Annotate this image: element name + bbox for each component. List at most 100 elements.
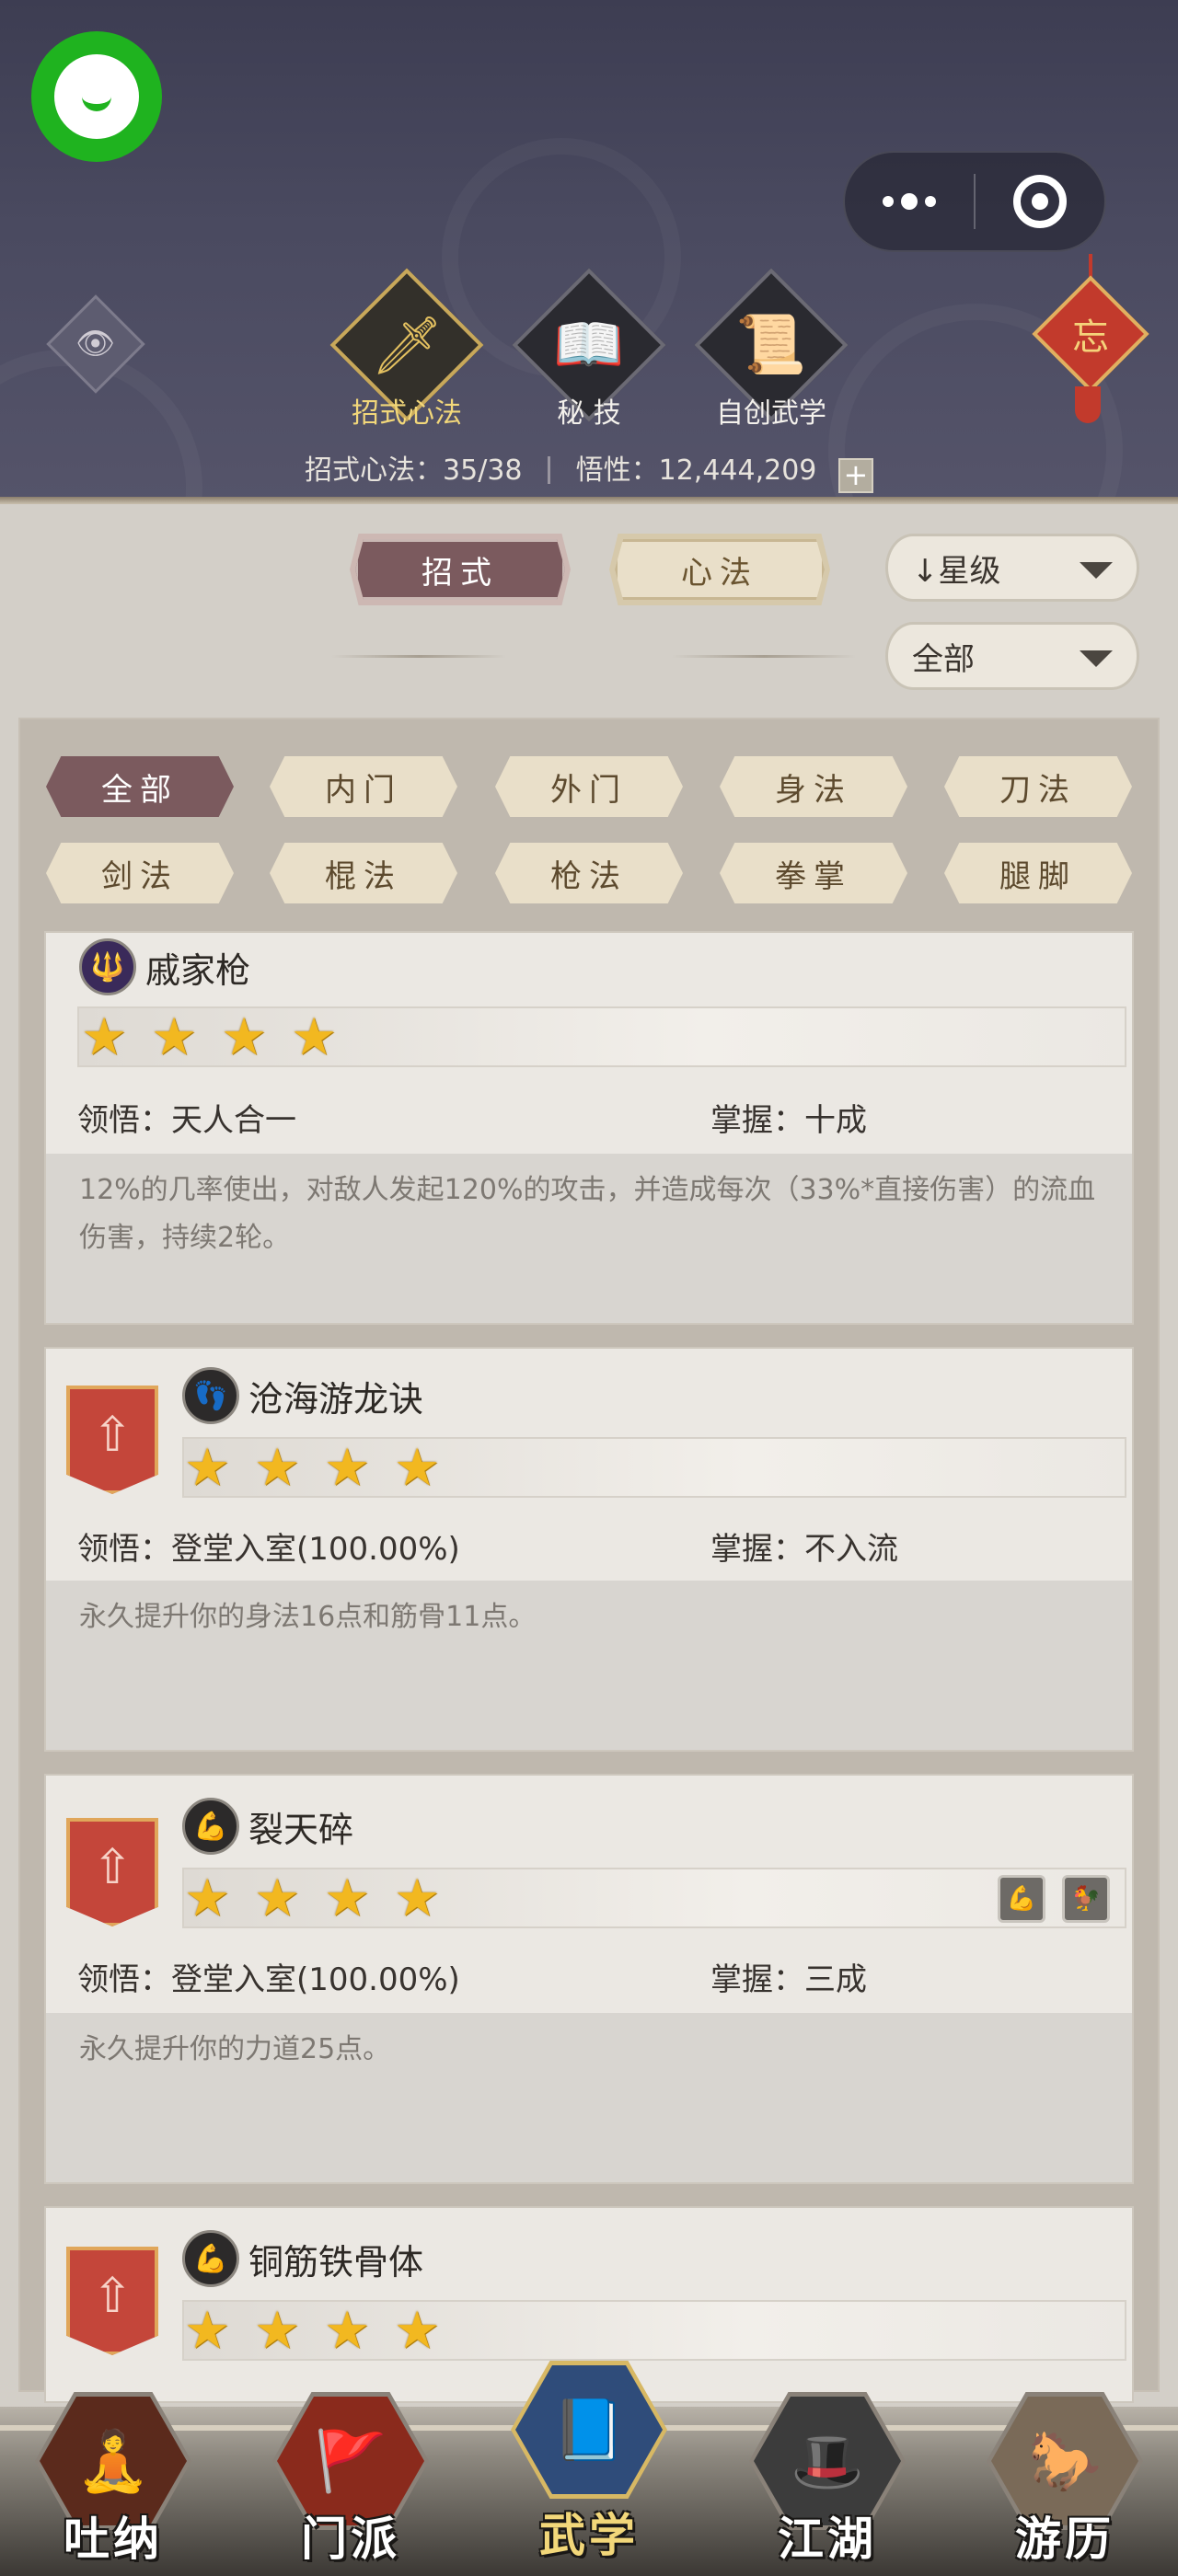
skill-card[interactable]: ⇧ 💪 裂天碎 ★ ★ ★ ★ 💪 🐓 领悟：登堂入室(100.00%) 掌握：… — [44, 1774, 1134, 2184]
nav-label: 武学 — [539, 2508, 639, 2562]
nav-jianghu[interactable]: 🎩 江湖 — [749, 2392, 906, 2567]
star-icon: ★ — [221, 1007, 268, 1067]
add-insight-button[interactable]: + — [837, 458, 873, 493]
sword-icon: 🗡 — [370, 311, 444, 378]
star-icon: ★ — [184, 1438, 231, 1498]
comprehension-level: 领悟：登堂入室(100.00%) — [77, 1531, 460, 1568]
star-icon: ★ — [151, 1007, 198, 1067]
skill-description: 永久提升你的身法16点和筋骨11点。 — [79, 1601, 537, 1633]
tab-moves-mental[interactable]: 招式心法 — [315, 390, 499, 431]
filter-staff[interactable]: 棍法 — [270, 843, 457, 903]
nav-label: 江湖 — [778, 2512, 877, 2566]
nav-label: 门派 — [301, 2512, 400, 2566]
skill-card[interactable]: 🔱 戚家枪 ★ ★ ★ ★ 领悟：天人合一 掌握：十成 12%的几率使出，对敌人… — [44, 931, 1134, 1325]
category-label: 全部 — [912, 640, 975, 678]
mastery-level: 掌握：三成 — [710, 1961, 867, 1998]
star-icon: ★ — [254, 1438, 301, 1498]
rooster-attribute-icon[interactable]: 🐓 — [1062, 1875, 1110, 1923]
skill-name: 沧海游龙诀 — [248, 1379, 424, 1420]
moves-count: 招式心法：35/38 — [305, 454, 523, 487]
star-icon: ★ — [254, 1869, 301, 1928]
more-dots-icon — [883, 193, 936, 210]
nav-travel[interactable]: 🐎 游历 — [987, 2392, 1143, 2567]
decorative-line — [331, 655, 506, 658]
knot-tassel — [1075, 386, 1101, 423]
upgrade-badge[interactable]: ⇧ — [66, 1386, 158, 1494]
arrow-up-icon: ⇧ — [92, 2269, 133, 2324]
star-icon: ★ — [324, 1869, 371, 1928]
mini-program-capsule — [843, 151, 1106, 252]
star-icon: ★ — [324, 2301, 371, 2361]
star-icon: ★ — [184, 2301, 231, 2361]
star-rating: ★ ★ ★ ★ — [77, 1006, 1126, 1067]
movement-skill-icon: 👣 — [182, 1367, 239, 1424]
filter-all[interactable]: 全部 — [46, 756, 234, 817]
chat-app-logo-icon[interactable] — [31, 31, 162, 162]
close-mini-program-button[interactable] — [976, 153, 1104, 250]
toggle-moves[interactable]: 招式 — [355, 539, 565, 600]
skill-name: 裂天碎 — [248, 1810, 354, 1850]
knot-char: 忘 — [1072, 316, 1109, 359]
nav-martial-arts[interactable]: 📘 武学 — [511, 2361, 667, 2562]
filter-fist[interactable]: 拳掌 — [720, 843, 907, 903]
scroll-icon: 📜 — [735, 310, 807, 378]
description-area: 12%的几率使出，对敌人发起120%的攻击，并造成每次（33%*直接伤害）的流血… — [46, 1154, 1132, 1323]
header-bar: 👁 🗡 招式心法 📖 秘 技 📜 自创武学 忘 招式心法：35/38 悟性：12… — [0, 0, 1178, 504]
toggle-mental[interactable]: 心法 — [615, 539, 825, 600]
star-rating: ★ ★ ★ ★ — [182, 1868, 1126, 1928]
skill-description: 12%的几率使出，对敌人发起120%的攻击，并造成每次（33%*直接伤害）的流血… — [79, 1174, 1096, 1254]
manual-book-icon: 📘 — [515, 2365, 663, 2494]
header-divider — [0, 497, 1178, 504]
filter-inner[interactable]: 内门 — [270, 756, 457, 817]
star-icon: ★ — [394, 2301, 441, 2361]
nav-breathing[interactable]: 🧘 吐纳 — [35, 2392, 191, 2567]
description-area: 永久提升你的力道25点。 — [46, 2013, 1132, 2182]
decorative-line — [672, 655, 856, 658]
filter-saber[interactable]: 刀法 — [944, 756, 1132, 817]
skill-name: 戚家枪 — [145, 950, 251, 991]
upgrade-badge[interactable]: ⇧ — [66, 2247, 158, 2355]
mastery-level: 掌握：十成 — [710, 1102, 867, 1139]
book-icon: 📖 — [553, 310, 625, 378]
arrow-up-icon: ⇧ — [92, 1840, 133, 1895]
skill-glyph: 💪 — [193, 2242, 228, 2275]
mastery-level: 掌握：不入流 — [710, 1531, 898, 1568]
sort-dropdown[interactable]: ↓星级 — [885, 534, 1139, 602]
filter-leg[interactable]: 腿脚 — [944, 843, 1132, 903]
star-icon: ★ — [81, 1007, 128, 1067]
star-icon: ★ — [394, 1438, 441, 1498]
chevron-down-icon — [1080, 562, 1113, 579]
comprehension-level: 领悟：天人合一 — [77, 1102, 296, 1139]
star-rating: ★ ★ ★ ★ — [182, 1437, 1126, 1498]
nav-sect[interactable]: 🚩 门派 — [272, 2392, 429, 2567]
skill-card[interactable]: ⇧ 👣 沧海游龙诀 ★ ★ ★ ★ 领悟：登堂入室(100.00%) 掌握：不入… — [44, 1347, 1134, 1752]
skill-glyph: 🔱 — [90, 950, 125, 983]
body-skill-icon: 💪 — [182, 2230, 239, 2287]
upgrade-badge[interactable]: ⇧ — [66, 1818, 158, 1926]
skill-glyph: 💪 — [193, 1810, 228, 1843]
stats-line: 招式心法：35/38 悟性：12,444,209 + — [0, 447, 1178, 493]
filter-outer[interactable]: 外门 — [495, 756, 683, 817]
filter-movement[interactable]: 身法 — [720, 756, 907, 817]
more-menu-button[interactable] — [845, 153, 974, 250]
arrow-up-icon: ⇧ — [92, 1408, 133, 1463]
skill-glyph: 👣 — [193, 1379, 228, 1412]
tab-secret-skills[interactable]: 秘 技 — [497, 390, 681, 431]
skill-description: 永久提升你的力道25点。 — [79, 2033, 391, 2065]
tab-custom-martial[interactable]: 自创武学 — [679, 390, 863, 431]
star-icon: ★ — [254, 2301, 301, 2361]
strength-skill-icon: 💪 — [182, 1798, 239, 1855]
star-icon: ★ — [184, 1869, 231, 1928]
star-rating: ★ ★ ★ ★ — [182, 2300, 1126, 2361]
filter-sword[interactable]: 剑法 — [46, 843, 234, 903]
star-icon: ★ — [324, 1438, 371, 1498]
comprehension-level: 领悟：登堂入室(100.00%) — [77, 1961, 460, 1998]
star-icon: ★ — [291, 1007, 338, 1067]
eye-icon: 👁 — [75, 325, 116, 362]
spear-skill-icon: 🔱 — [79, 938, 136, 995]
filter-spear[interactable]: 枪法 — [495, 843, 683, 903]
category-dropdown[interactable]: 全部 — [885, 622, 1139, 690]
skill-name: 铜筋铁骨体 — [248, 2242, 424, 2283]
strength-attribute-icon[interactable]: 💪 — [998, 1875, 1045, 1923]
target-icon — [1012, 175, 1067, 228]
